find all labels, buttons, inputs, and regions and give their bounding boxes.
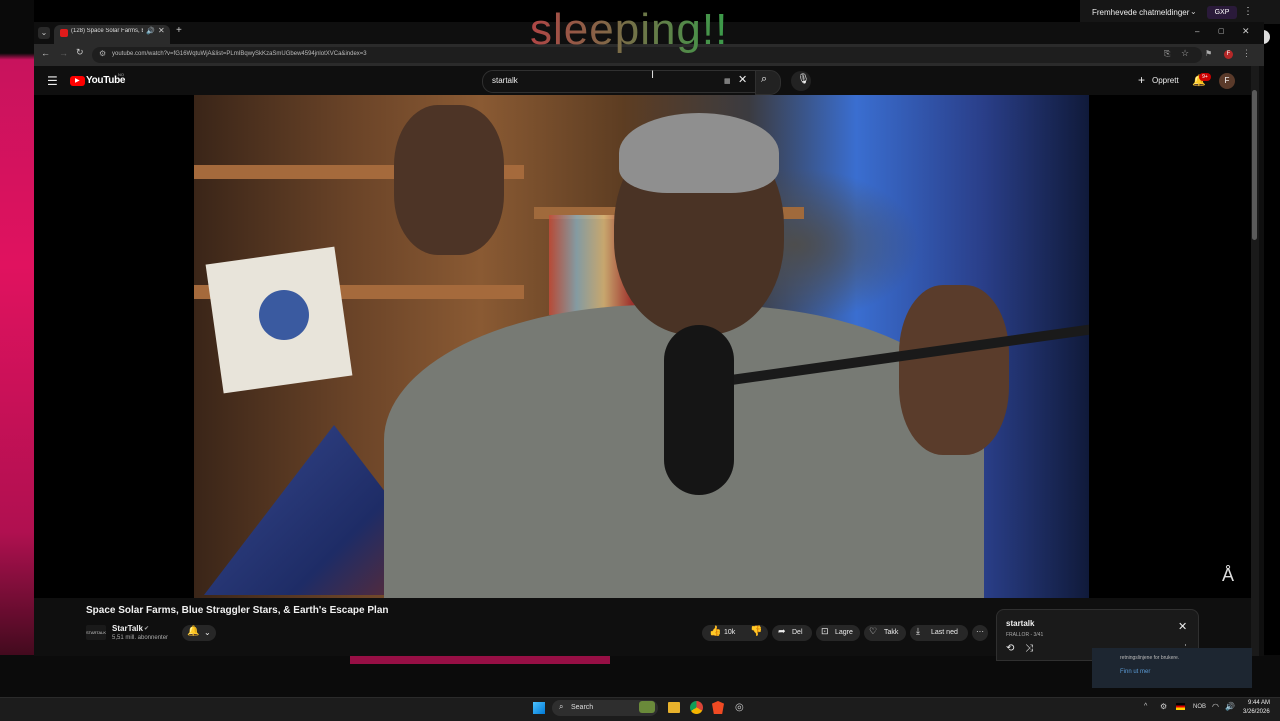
playlist-meta: FRALLOR - 3/41 — [1006, 632, 1044, 638]
browser-profile-avatar[interactable]: F — [1224, 50, 1233, 59]
hamburger-menu-icon[interactable]: ☰ — [47, 74, 58, 88]
thumbs-down-icon[interactable]: 👎 — [750, 626, 762, 637]
tray-app-icon[interactable]: ⚙ — [1160, 702, 1167, 711]
share-label[interactable]: Del — [792, 629, 803, 636]
host-hair — [619, 113, 779, 193]
bell-icon[interactable]: 🔔 — [187, 626, 199, 637]
network-icon[interactable]: ◠ — [1212, 702, 1219, 711]
brave-icon[interactable] — [712, 701, 724, 714]
video-title: Space Solar Farms, Blue Straggler Stars,… — [86, 605, 389, 616]
more-actions-button[interactable]: ··· — [972, 625, 988, 641]
desktop-background — [0, 655, 1280, 697]
search-icon[interactable]: ⌕ — [559, 702, 563, 712]
download-icon[interactable]: ⤓ — [916, 626, 920, 637]
forward-arrow-icon[interactable]: → — [59, 48, 68, 58]
notification-text: retningslinjene for brukere. — [1120, 655, 1180, 661]
plus-icon[interactable]: + — [1138, 73, 1145, 87]
maximize-button[interactable]: ▢ — [1218, 27, 1225, 35]
close-icon[interactable]: ✕ — [1178, 620, 1187, 633]
taskbar-search-label[interactable]: Search — [571, 704, 593, 711]
clock-time[interactable]: 9:44 AM — [1248, 700, 1270, 706]
desktop-wallpaper — [0, 0, 34, 665]
browser-menu-icon[interactable]: ⋮ — [1242, 48, 1251, 59]
playlist-title[interactable]: startalk — [1006, 619, 1034, 628]
video-frame[interactable] — [194, 95, 1089, 598]
close-tab-icon[interactable]: ✕ — [158, 26, 165, 35]
bookmark-star-icon[interactable]: ☆ — [1181, 48, 1189, 59]
download-label[interactable]: Last ned — [931, 629, 958, 636]
host-left-hand — [394, 105, 504, 255]
subscriber-count: 5,51 mill. abonnenter — [112, 635, 169, 641]
create-button[interactable]: Opprett — [1152, 76, 1179, 85]
featured-chat-label[interactable]: Fremhevede chatmeldinger — [1092, 8, 1189, 17]
search-input[interactable] — [482, 70, 757, 93]
search-input-value[interactable]: startalk — [492, 76, 518, 85]
account-avatar[interactable]: F — [1219, 73, 1235, 89]
more-icon[interactable]: ⋮ — [1243, 6, 1253, 17]
search-highlight-image[interactable] — [639, 701, 655, 713]
thumbs-up-icon[interactable]: 👍 — [709, 626, 721, 637]
globe-emblem — [259, 290, 309, 340]
like-count[interactable]: 10k — [724, 629, 735, 636]
notification-count-badge: 9+ — [1199, 73, 1211, 81]
gxp-badge[interactable]: GXP — [1207, 6, 1237, 19]
extensions-icon[interactable]: ⚑ — [1205, 49, 1212, 58]
save-label[interactable]: Lagre — [835, 629, 853, 636]
chrome-icon[interactable] — [690, 701, 703, 714]
country-code: NO — [118, 72, 124, 77]
bookmark-icon[interactable]: ⊡ — [821, 626, 829, 637]
clock-date[interactable]: 3/26/2026 — [1243, 709, 1270, 715]
volume-icon[interactable]: 🔊 — [1225, 702, 1235, 711]
learn-more-link[interactable]: Finn ut mer — [1120, 669, 1150, 675]
shuffle-icon[interactable]: ⤨ — [1025, 643, 1033, 654]
notification-panel — [1092, 648, 1252, 688]
microphone — [664, 325, 734, 495]
scrollbar-thumb[interactable] — [1252, 90, 1257, 240]
keyboard-icon[interactable]: ▦ — [724, 77, 731, 85]
loop-icon[interactable]: ⟲ — [1006, 643, 1014, 654]
share-icon[interactable]: ➦ — [778, 626, 786, 637]
search-icon[interactable]: ⌕ — [761, 73, 767, 86]
tab-search-icon[interactable]: ⌄ — [38, 27, 50, 39]
site-info-icon[interactable]: ⚙ — [99, 49, 106, 58]
reload-icon[interactable]: ↻ — [76, 47, 84, 58]
verified-icon: ✔ — [144, 626, 150, 632]
close-window-button[interactable]: ✕ — [1242, 26, 1250, 37]
heart-dollar-icon[interactable]: ♡ — [869, 626, 877, 637]
clear-search-icon[interactable]: ✕ — [738, 73, 747, 86]
app-icon[interactable]: ◎ — [735, 702, 744, 713]
minimize-button[interactable]: – — [1195, 27, 1199, 36]
host-right-hand — [899, 285, 1009, 455]
channel-avatar[interactable]: STARTALK — [86, 625, 106, 640]
windows-start-icon[interactable] — [533, 702, 545, 714]
overlay-caption: sleeping!! — [530, 5, 729, 54]
text-cursor-icon: I — [651, 69, 655, 81]
channel-watermark-icon[interactable]: Å — [1222, 565, 1234, 586]
tray-overflow-icon[interactable]: ^ — [1144, 703, 1147, 710]
channel-name[interactable]: StarTalk — [112, 624, 143, 633]
back-arrow-icon[interactable]: ← — [41, 48, 50, 58]
new-tab-button[interactable]: + — [176, 25, 182, 36]
install-icon[interactable]: ⎘ — [1164, 49, 1170, 59]
chevron-down-icon[interactable]: ⌄ — [1190, 7, 1197, 16]
youtube-favicon-icon — [60, 29, 68, 37]
microphone-icon[interactable]: 🎙 — [797, 74, 810, 85]
wallpaper-strip — [350, 656, 610, 664]
chevron-down-icon[interactable]: ⌄ — [204, 628, 211, 637]
play-icon: ▶ — [75, 78, 80, 84]
flag-icon[interactable] — [1176, 703, 1185, 710]
language-indicator[interactable]: NOB — [1193, 704, 1206, 710]
tab-title[interactable]: (128) Space Solar Farms, Bl — [71, 28, 143, 34]
file-explorer-icon[interactable] — [668, 702, 680, 713]
search-button[interactable] — [755, 70, 781, 95]
speaker-icon[interactable]: 🔊 — [146, 27, 155, 35]
thanks-label[interactable]: Takk — [884, 629, 898, 636]
url-text[interactable]: youtube.com/watch?v=fG16WqtuWjA&list=PLm… — [112, 51, 367, 57]
